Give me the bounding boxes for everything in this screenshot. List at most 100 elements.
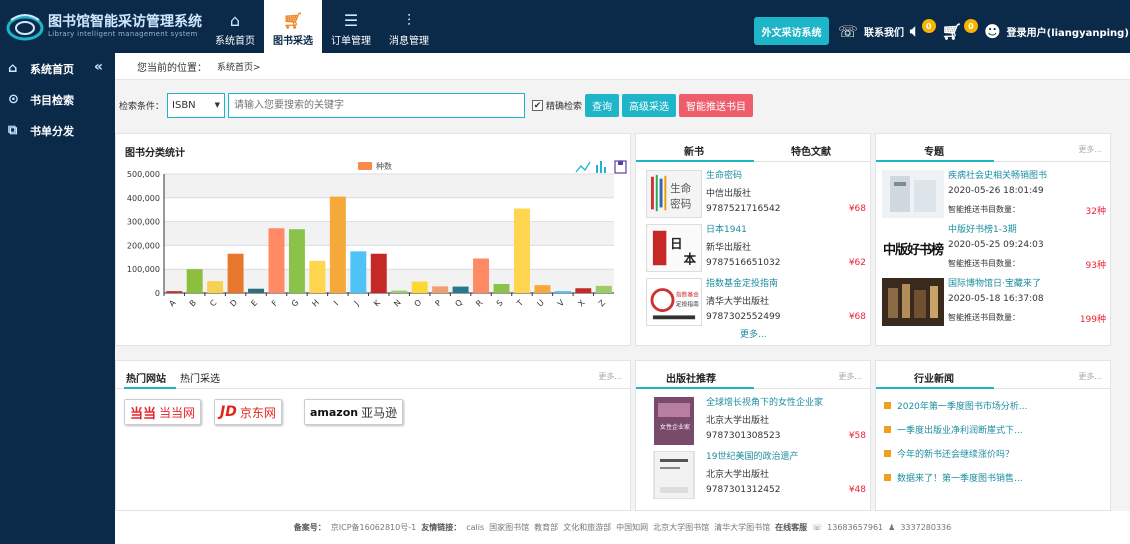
service-phone: 13683657961 [827,523,884,532]
footer-link[interactable]: 国家图书馆 [489,522,529,533]
bar-P[interactable] [432,286,449,293]
topic-cover-image [882,170,944,218]
list-item[interactable]: 指数基金 定投指南 指数基金定投指南 清华大学出版社 9787302552499 … [646,276,866,330]
checkbox-checked-icon[interactable]: ✔ [532,99,544,111]
query-button[interactable]: 查询 [585,93,620,117]
topic-title[interactable]: 中版好书榜1-3期 [948,222,1017,235]
list-item[interactable]: 生命 密码 生命密码 中信出版社 9787521716542 ¥68 [646,168,866,222]
bar-D[interactable] [227,253,244,293]
bar-A[interactable] [166,291,183,293]
news-more-link[interactable]: 更多... [1078,371,1102,382]
new-books-more-link[interactable]: 更多... [740,327,767,340]
book-title[interactable]: 指数基金定投指南 [706,276,778,289]
news-item[interactable]: 一季度出版业净利润断崖式下... [884,423,1023,436]
line-chart-icon[interactable] [575,161,591,173]
bar-X[interactable] [575,288,592,293]
footer-link[interactable]: 教育部 [534,522,558,533]
bar-S[interactable] [493,283,510,293]
search-field-select[interactable]: ISBN ▼ [167,92,226,118]
sidebar-item-catalog-search[interactable]: ⊙ 书目检索 [0,84,115,115]
bar-Z[interactable] [595,285,612,293]
user-link[interactable]: 登录用户(liangyanping) [1007,24,1129,39]
footer-link[interactable]: calis [466,523,484,532]
bar-chart-icon[interactable] [604,167,606,173]
bar-E[interactable] [248,288,265,293]
bar-V[interactable] [554,291,571,293]
bar-N[interactable] [391,290,408,293]
news-item[interactable]: 数据来了！第一季度图书销售... [884,471,1023,484]
exact-search-checkbox[interactable]: ✔ 精确检索 [532,99,582,112]
bar-chart-icon[interactable] [596,165,598,173]
tab-special-docs[interactable]: 特色文献 [791,143,831,158]
logo[interactable]: 图书馆智能采访管理系统 Library intelligent manageme… [6,8,206,46]
bar-O[interactable] [411,281,428,293]
nav-home[interactable]: ⌂ 系统首页 [206,0,264,53]
bar-I[interactable] [329,196,346,293]
footer-link[interactable]: 中国知网 [616,522,648,533]
bar-Q[interactable] [452,286,469,293]
breadcrumb-current[interactable]: 系统首页> [217,60,261,73]
bar-R[interactable] [473,258,490,293]
tab-indicator [124,387,176,389]
tab-hot-sites[interactable]: 热门网站 [126,370,166,385]
special-topics-header: 专题 更多... [876,134,1110,162]
bar-chart-icon[interactable] [600,161,602,173]
list-item[interactable]: 19世纪美国的政治遗产 北京大学出版社 9787301312452 ¥48 [646,449,866,503]
sidebar-item-home[interactable]: ⌂ 系统首页 « [0,53,115,84]
cart-icon[interactable]: 🛒︎ [942,22,962,41]
topic-title[interactable]: 国际博物馆日·宝藏来了 [948,276,1041,289]
list-item[interactable]: 日本 日本1941 新华出版社 9787516651032 ¥62 [646,222,866,276]
advanced-selection-button[interactable]: 高级采选 [622,93,677,117]
list-item[interactable]: 中版好书榜 中版好书榜1-3期 2020-05-25 09:24:03 智能推送… [882,222,1106,276]
book-title[interactable]: 生命密码 [706,168,742,181]
y-tick-label: 0 [155,289,160,298]
nav-book-selection[interactable]: 🛒︎ 图书采选 [264,0,322,53]
list-item[interactable]: 疾病社会史相关畅销图书 2020-05-26 18:01:49 智能推送书目数量… [882,168,1106,222]
top-header: 图书馆智能采访管理系统 Library intelligent manageme… [0,0,1130,53]
svg-text:指数基金: 指数基金 [676,290,699,298]
tab-new-books[interactable]: 新书 [684,143,704,158]
footer-link[interactable]: 清华大学图书馆 [714,522,770,533]
footer-link[interactable]: 北京大学图书馆 [653,522,709,533]
x-tick-label: V [556,298,567,309]
nav-orders[interactable]: ☰ 订单管理 [322,0,380,53]
contact-icon[interactable]: ☏ [838,22,858,41]
news-item[interactable]: 2020年第一季度图书市场分析... [884,399,1028,412]
book-title[interactable]: 全球增长视角下的女性企业家 [706,395,823,408]
contact-link[interactable]: 联系我们 [864,24,904,39]
bar-T[interactable] [513,208,530,293]
bar-H[interactable] [309,260,326,293]
amazon-link[interactable]: amazon 亚马逊 [304,399,404,425]
topic-title[interactable]: 疾病社会史相关畅销图书 [948,168,1047,181]
book-price: ¥68 [848,312,866,322]
search-input[interactable] [228,92,526,118]
news-item[interactable]: 今年的新书还会继续涨价吗？ [884,447,1014,460]
foreign-acquisition-button[interactable]: 外文采访系统 [754,17,829,45]
sidebar-item-list-distribution[interactable]: ⧉ 书单分发 [0,115,115,146]
special-more-link[interactable]: 更多... [1078,144,1102,155]
bar-K[interactable] [370,253,387,293]
jd-link[interactable]: JD 京东网 [214,399,282,425]
list-item[interactable]: 女性企业家 全球增长视角下的女性企业家 北京大学出版社 978730130852… [646,395,866,449]
svg-text:女性企业家: 女性企业家 [660,423,690,431]
bar-C[interactable] [207,281,224,293]
bar-U[interactable] [534,285,551,293]
collapse-icon[interactable]: « [94,59,103,75]
book-title[interactable]: 日本1941 [706,222,747,235]
hot-sites-more-link[interactable]: 更多... [598,371,622,382]
list-item[interactable]: 国际博物馆日·宝藏来了 2020-05-18 16:37:08 智能推送书目数量… [882,276,1106,330]
record-number[interactable]: 京ICP备16062810号-1 [331,522,416,533]
user-icon[interactable]: ☻ [984,22,1001,41]
footer-link[interactable]: 文化和旅游部 [563,522,611,533]
smart-push-button[interactable]: 智能推送书目 [679,93,754,117]
bar-F[interactable] [268,228,285,293]
tab-hot-selection[interactable]: 热门采选 [180,370,220,385]
dangdang-link[interactable]: 当当 当当网 [124,399,202,425]
bar-B[interactable] [186,269,203,293]
publisher-more-link[interactable]: 更多... [838,371,862,382]
bar-J[interactable] [350,251,367,293]
nav-messages[interactable]: ⫶ 消息管理 [380,0,438,53]
bar-G[interactable] [288,229,305,293]
sound-icon[interactable]: 🔈︎ [910,21,920,41]
book-title[interactable]: 19世纪美国的政治遗产 [706,449,798,462]
